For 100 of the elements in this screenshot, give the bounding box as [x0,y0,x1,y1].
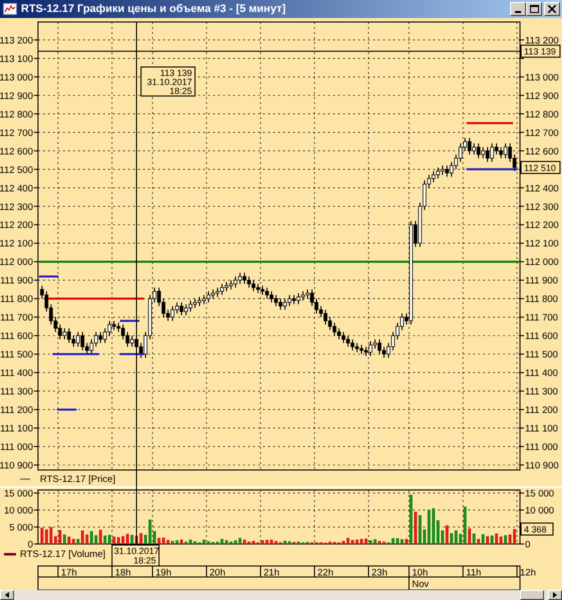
horizontal-scrollbar[interactable] [0,590,562,600]
volume-bar [436,520,440,544]
axis-label: 111 500 [525,350,558,361]
scroll-left-button[interactable] [0,590,14,600]
volume-bar [410,494,412,544]
close-button[interactable] [544,2,560,16]
volume-bar [81,530,84,544]
volume-bar [176,540,178,544]
axis-label: 111 800 [0,294,33,306]
volume-bar [216,542,219,544]
minimize-button[interactable] [510,2,526,16]
volume-bar [266,540,268,544]
volume-bar [108,534,111,544]
axis-label: 113 000 [525,72,559,84]
volume-bar [342,540,345,544]
axis-label: 111 200 [0,405,33,416]
time-label: 23h [372,568,388,578]
volume-bar [148,520,152,544]
price-marker: 113 139 [520,44,560,58]
volume-bar [63,534,66,544]
volume-bar [40,528,44,544]
axis-label: 112 200 [0,220,33,232]
volume-bar [464,506,466,544]
window-title: RTS-12.17 Графики цены и объема #3 - [5 минут] [21,3,287,15]
volume-bar [180,540,183,544]
right-arrow-icon [553,592,557,598]
axis-label: 111 800 [525,294,558,306]
axis-label: 10 000 [525,506,554,517]
volume-bar [274,540,278,544]
volume-bar [104,536,106,544]
axis-label: 112 600 [525,146,559,158]
volume-bar [297,542,300,544]
legend-label: RTS-12.17 [Volume] [20,549,106,560]
volume-bar [76,538,80,544]
volume-bar [171,540,174,544]
axis-label: 10 000 [4,506,33,517]
axis-label: 112 500 [0,164,33,176]
volume-bar [99,530,102,544]
scroll-thumb[interactable] [520,590,544,600]
volume-bar [500,536,502,544]
volume-bar [135,536,138,544]
axis-label: 111 700 [525,312,558,324]
volume-bar [220,538,224,544]
volume-bar [495,533,498,544]
volume-bar [364,538,368,544]
volume-bar [86,534,88,544]
time-label: 22h [318,568,334,578]
volume-bar [130,534,134,544]
volume-bar [284,540,286,544]
volume-bar [508,534,512,544]
volume-bar [94,535,98,544]
axis-label: 112 400 [525,183,559,194]
axis-label: 111 000 [525,442,558,454]
volume-bar [378,540,381,544]
volume-bar [144,534,147,544]
axis-label: 5 000 [9,522,33,534]
axis-label: 111 900 [525,276,558,287]
volume-bar [252,540,255,544]
axis-label: 111 700 [0,312,33,324]
axis-label: 112 800 [525,109,559,120]
axis-label: 112 700 [525,128,559,139]
volume-bar [346,538,350,544]
volume-bar [45,529,48,544]
axis-label: 0 [28,540,33,550]
volume-bar [356,540,358,544]
volume-bar [126,534,129,544]
volume-bar [194,541,196,544]
volume-bar [513,529,516,544]
volume-bar [234,540,237,544]
volume-bar [328,542,332,544]
date-label: Nov [412,579,429,590]
axis-label: 112 800 [0,109,33,120]
scroll-right-button[interactable] [548,590,562,600]
axis-label: 110 900 [0,460,33,472]
axis-label: 112 700 [0,128,33,139]
volume-bar [333,542,336,544]
time-label: 17h [61,568,77,578]
volume-bar [153,531,156,544]
axis-label: 111 100 [0,424,33,435]
axis-label: 112 400 [0,183,33,194]
volume-bar [50,527,52,544]
axis-label: 15 000 [525,488,554,500]
maximize-button[interactable] [526,2,542,16]
volume-bar [400,539,404,544]
volume-bar [360,538,363,544]
volume-bar [243,540,246,544]
volume-bar [207,541,210,544]
axis-label: 110 900 [525,460,559,472]
axis-label: 111 100 [525,424,558,435]
maximize-icon [530,5,538,13]
volume-bar [477,538,480,544]
volume-bar [184,542,188,544]
axis-label: 111 400 [525,368,558,380]
volume-bar [486,536,489,544]
axis-label: 111 400 [0,368,33,380]
volume-bar [351,540,354,544]
axis-label: 15 000 [4,488,33,500]
volume-bar [450,533,453,544]
volume-bar [423,529,426,544]
crosshair-date-label: 31.10.2017 18:25 [112,544,160,566]
